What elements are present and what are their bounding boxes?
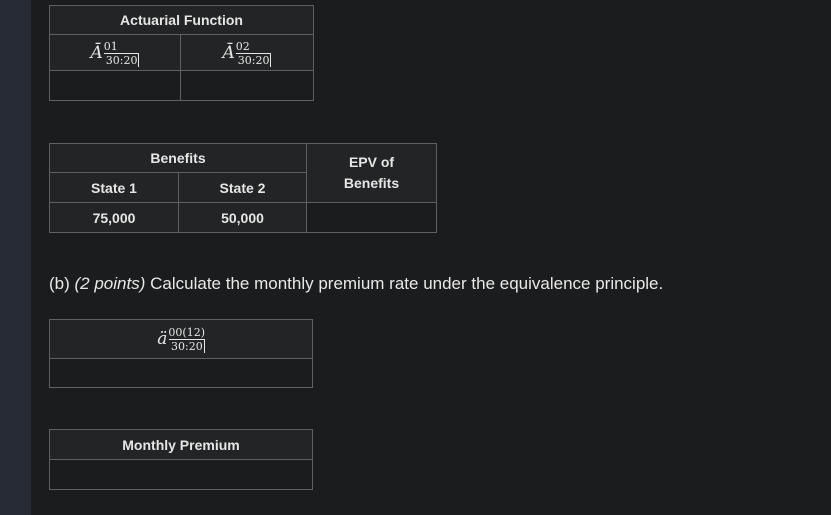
monthly-premium-answer-cell[interactable] — [49, 459, 313, 490]
actuarial-function-header: Actuarial Function — [49, 5, 314, 35]
annuity-answer-cell[interactable] — [49, 358, 313, 388]
state-2-value: 50,000 — [177, 202, 308, 233]
benefits-header: Benefits — [48, 143, 308, 173]
a-bar-01-symbol: Ā0130:20 — [90, 39, 140, 67]
epv-of-benefits-header: EPV of Benefits — [306, 143, 438, 203]
monthly-premium-table: Monthly Premium — [49, 429, 313, 490]
state-1-value: 75,000 — [49, 202, 179, 233]
a-bar-02-symbol: Ā0230:20 — [222, 39, 272, 67]
a-bar-02-answer-cell[interactable] — [180, 70, 314, 101]
actuarial-function-table: Actuarial Function Ā0130:20 Ā0230:20 — [49, 5, 314, 101]
monthly-premium-header: Monthly Premium — [49, 429, 313, 460]
state-2-label: State 2 — [177, 172, 308, 203]
annuity-table: ä00(12)30:20 — [49, 319, 313, 388]
left-sidebar-strip — [0, 0, 31, 515]
part-b-text: Calculate the monthly premium rate under… — [150, 274, 664, 293]
a-double-dot-symbol: ä00(12)30:20 — [157, 326, 205, 353]
a-bar-02-cell: Ā0230:20 — [180, 34, 314, 71]
part-b-label: (b) — [49, 274, 70, 293]
part-b-question: (b) (2 points) Calculate the monthly pre… — [49, 274, 663, 294]
annuity-symbol-cell: ä00(12)30:20 — [49, 319, 313, 359]
part-b-points: (2 points) — [74, 274, 146, 293]
a-bar-01-answer-cell[interactable] — [49, 70, 181, 101]
benefits-table: Benefits EPV of Benefits State 1 State 2… — [48, 143, 438, 233]
a-bar-01-cell: Ā0130:20 — [49, 34, 181, 71]
epv-answer-cell[interactable] — [306, 202, 438, 233]
state-1-label: State 1 — [49, 172, 179, 203]
